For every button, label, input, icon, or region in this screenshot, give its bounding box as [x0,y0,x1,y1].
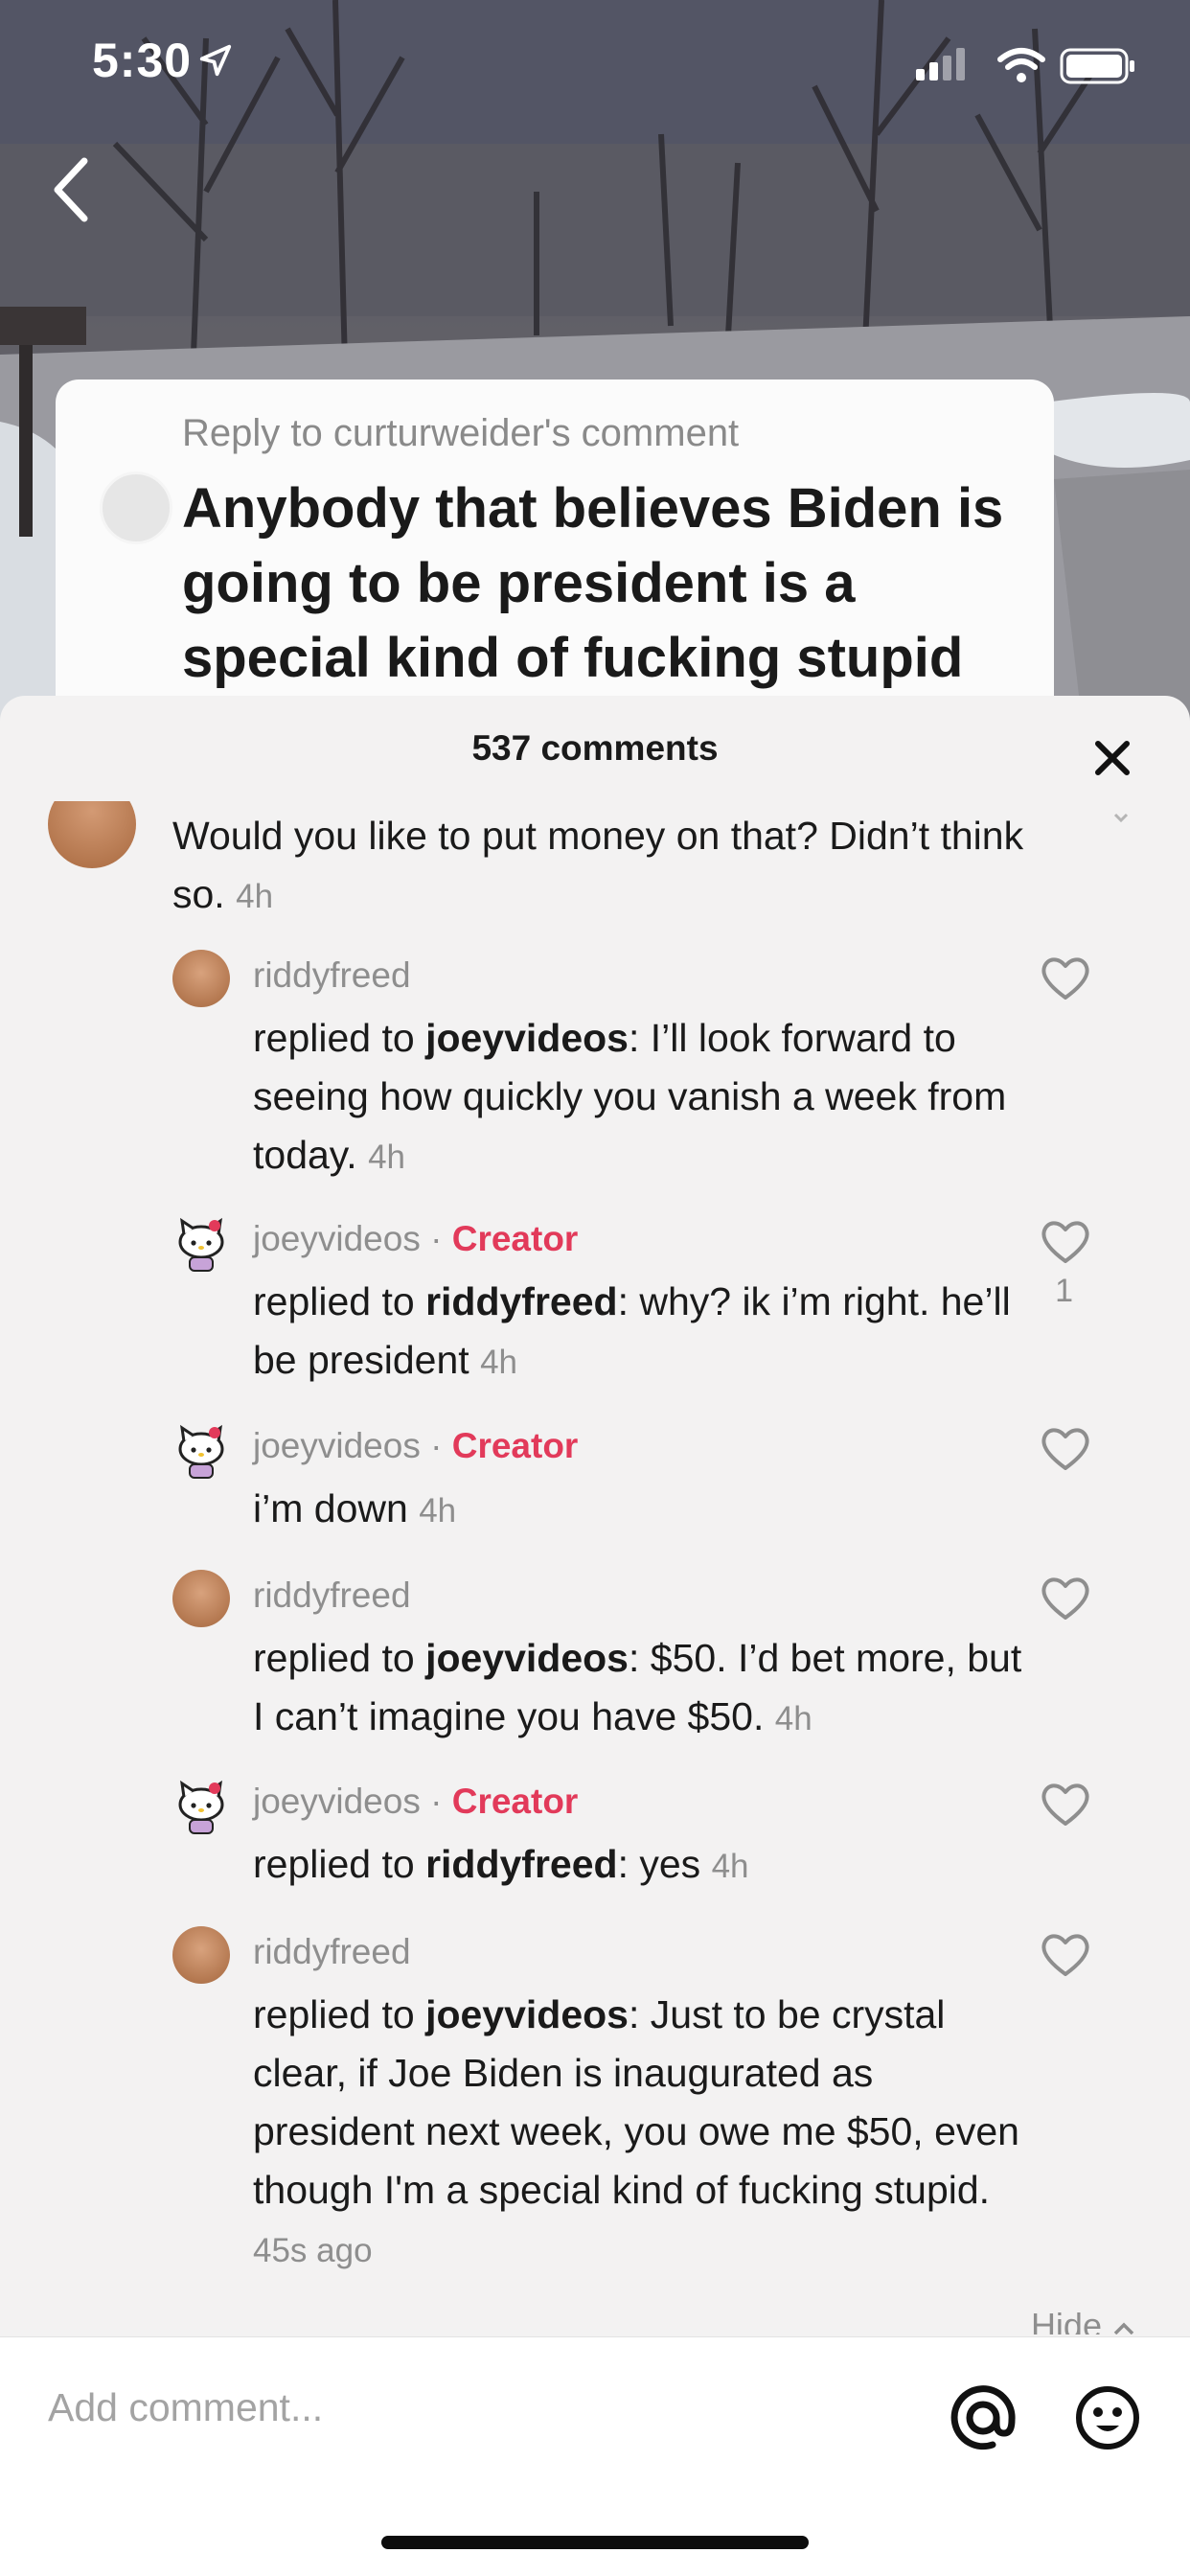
heart-icon[interactable] [1039,954,1092,1003]
reply-comment[interactable]: riddyfreed replied to joeyvideos: I’ll l… [172,950,1092,1180]
wifi-icon [997,48,1045,82]
list-item[interactable]: Would you like to put money on that? Did… [172,807,1035,926]
emoji-icon[interactable] [1073,2383,1142,2452]
comment-text: replied to riddyfreed: yes 4h [253,1842,749,1886]
reply-comment[interactable]: joeyvideos · Creator i’m down 4h [172,1420,1092,1535]
heart-icon[interactable] [1039,1424,1092,1474]
hide-replies-link[interactable]: Hide [1031,2306,1136,2334]
comment-text: replied to riddyfreed: why? ik i’m right… [253,1279,1011,1382]
heart-icon[interactable] [1039,1574,1092,1623]
avatar[interactable] [172,1926,230,1984]
avatar [100,472,172,544]
chevron-down-icon [1113,813,1129,823]
reply-comment[interactable]: joeyvideos · Creator replied to riddyfre… [172,1776,1092,1891]
creator-badge: Creator [451,1782,579,1821]
comment-username[interactable]: riddyfreed [253,1932,411,1972]
comment-username[interactable]: joeyvideos · Creator [253,1426,578,1466]
avatar[interactable] [172,950,230,1007]
comment-username[interactable]: joeyvideos · Creator [253,1782,578,1822]
hide-chevron-icon [1113,2322,1134,2334]
comment-text: Would you like to put money on that? Did… [172,814,1024,916]
status-time: 5:30 [92,34,193,87]
comment-text: i’m down 4h [253,1486,457,1530]
comment-username[interactable]: riddyfreed [253,955,411,996]
comment-text: replied to joeyvideos: $50. I’d bet more… [253,1636,1022,1738]
location-arrow-icon [199,44,232,77]
avatar[interactable] [172,1570,230,1627]
reply-card-label: Reply to curturweider's comment [182,412,740,454]
back-chevron-icon[interactable] [42,153,100,226]
avatar[interactable] [172,1213,230,1272]
reply-card-text: Anybody that believes Biden is going to … [182,477,1004,689]
reply-comment[interactable]: riddyfreed replied to joeyvideos: Just t… [172,1926,1092,2290]
creator-badge: Creator [451,1219,579,1258]
comments-list[interactable]: Would you like to put money on that? Did… [0,696,1190,2334]
heart-icon[interactable] [1039,1930,1092,1980]
comment-text: replied to joeyvideos: Just to be crysta… [253,1992,1019,2269]
reply-comment[interactable]: riddyfreed replied to joeyvideos: $50. I… [172,1570,1092,1742]
status-icons [916,44,1136,91]
add-comment-input[interactable]: Add comment... [48,2385,323,2430]
avatar[interactable] [172,1776,230,1834]
comment-text: replied to joeyvideos: I’ll look forward… [253,1016,1007,1177]
creator-badge: Creator [451,1426,579,1465]
comment-username[interactable]: riddyfreed [253,1576,411,1616]
like-count: 1 [1055,1273,1073,1309]
heart-icon[interactable] [1039,1780,1092,1829]
comment-username[interactable]: joeyvideos · Creator [253,1219,578,1259]
home-indicator[interactable] [381,2536,809,2549]
avatar[interactable] [172,1420,230,1479]
comment-time: 4h [236,878,274,915]
reply-comment[interactable]: joeyvideos · Creator replied to riddyfre… [172,1213,1092,1386]
signal-icon [916,48,965,80]
avatar[interactable] [48,801,136,868]
battery-icon [1060,48,1134,84]
at-sign-icon[interactable] [949,2383,1018,2452]
comments-sheet: 537 comments Would you like to put money… [0,696,1190,2576]
heart-icon[interactable] [1039,1217,1092,1267]
